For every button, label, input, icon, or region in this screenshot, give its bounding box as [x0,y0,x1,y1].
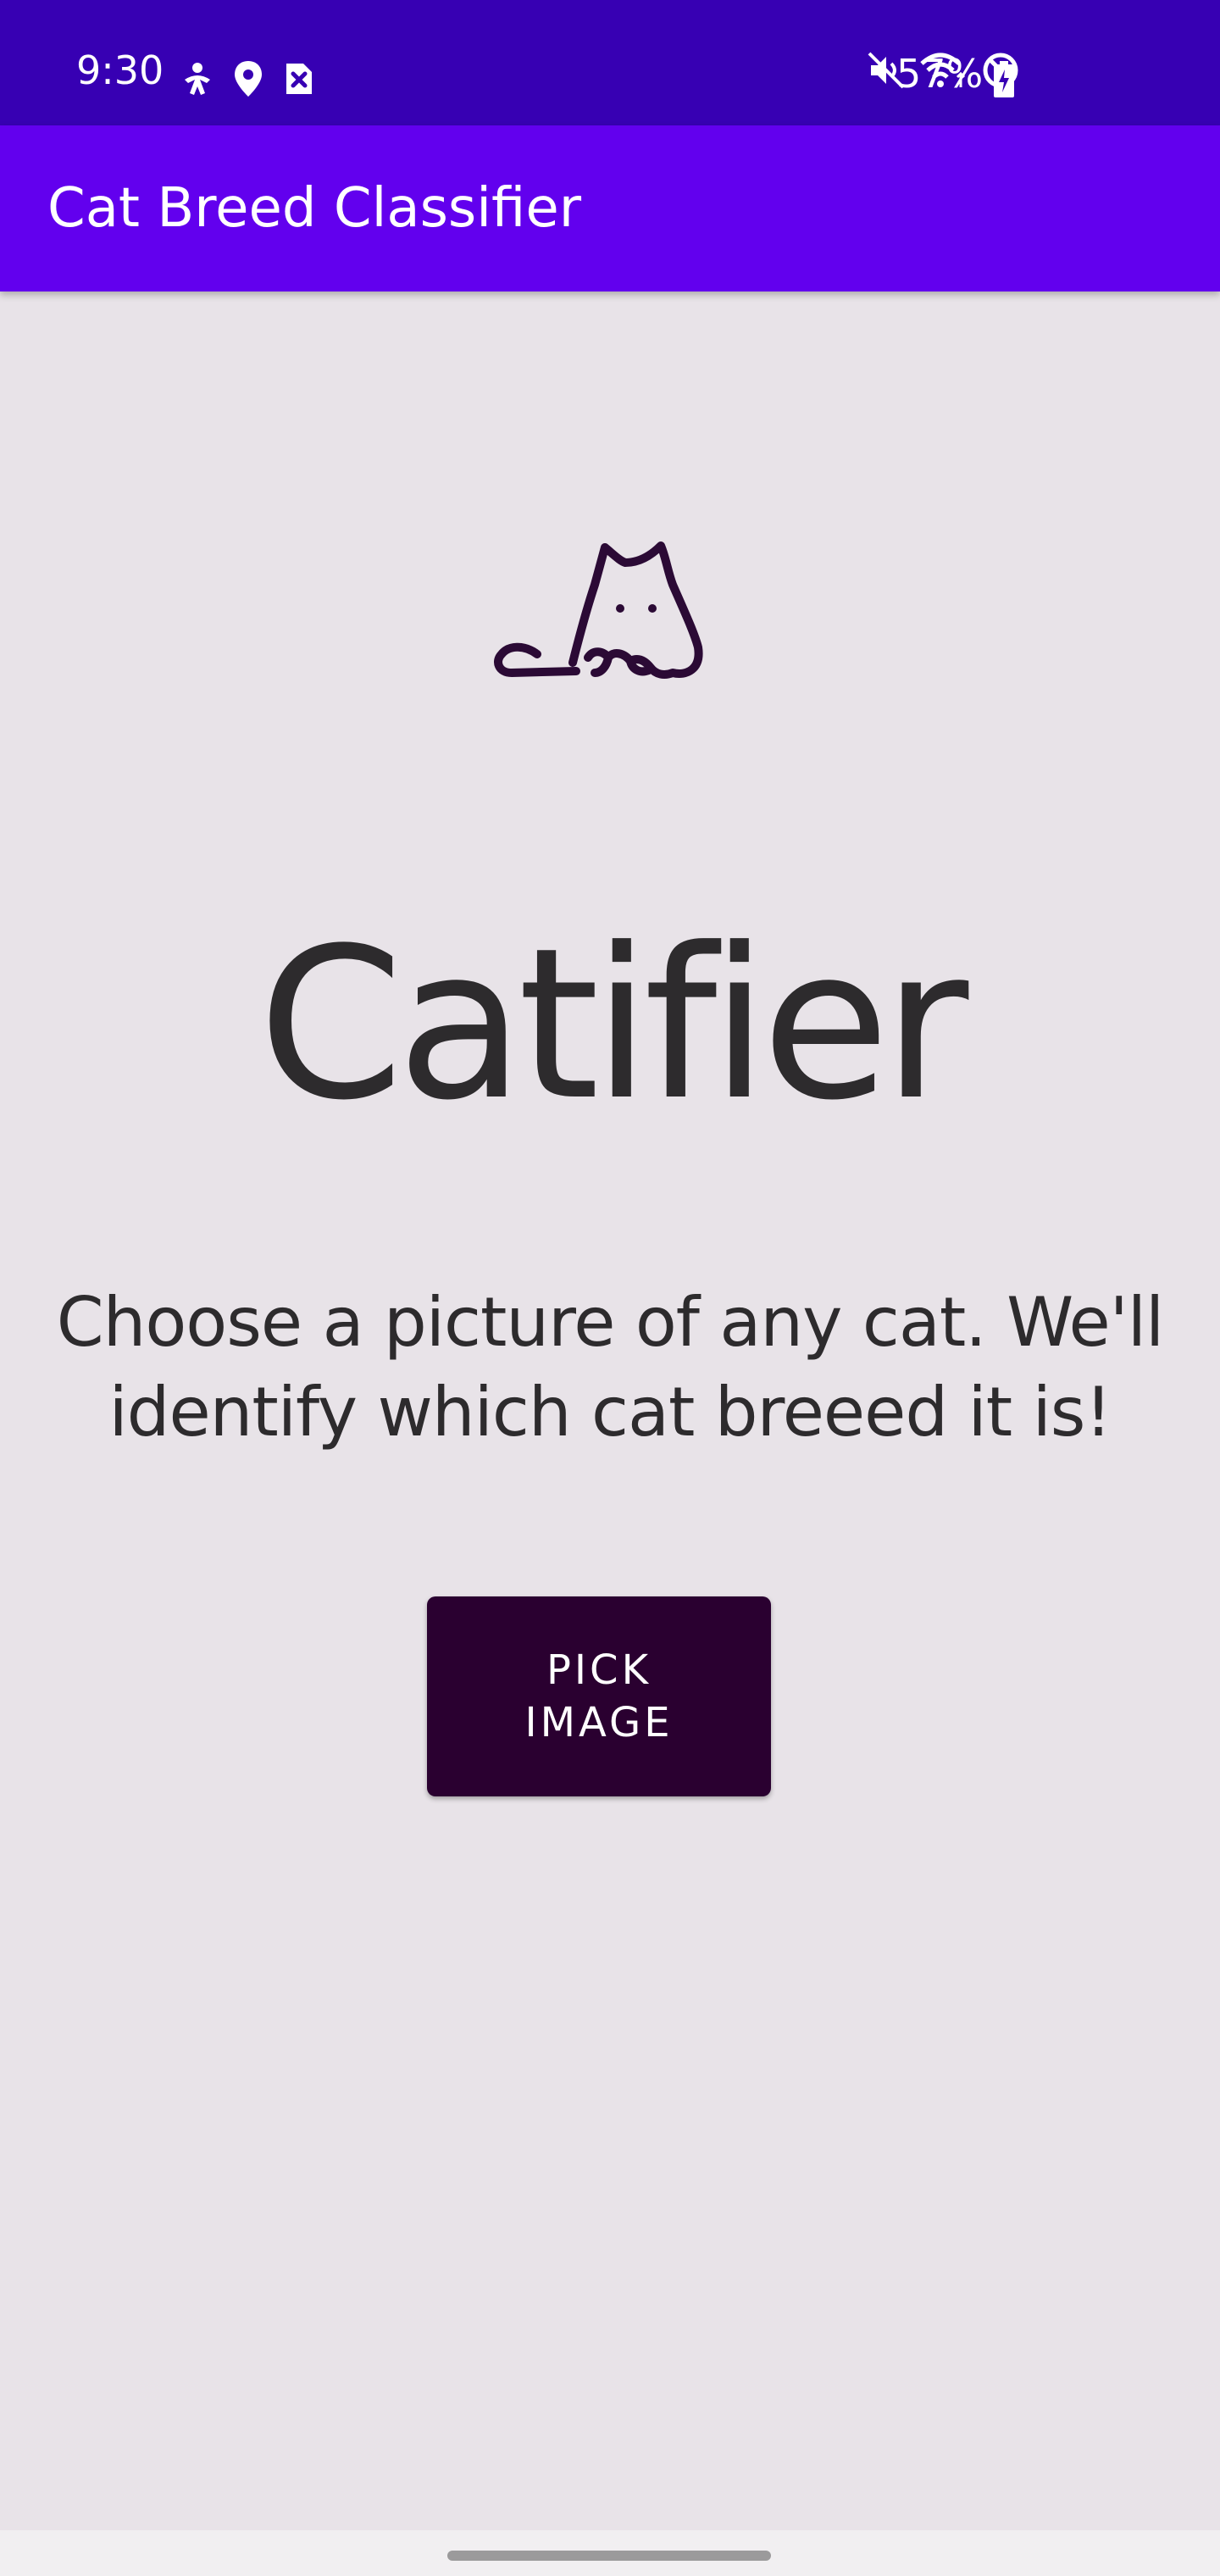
navigation-bar [0,2530,1220,2576]
description-text: Choose a picture of any cat. We'll ident… [56,1283,1164,1452]
status-bar: 9:30 57% [0,0,1220,125]
battery-charging-icon [994,61,1014,97]
cat-logo-icon [494,541,703,679]
app-title: Cat Breed Classifier [47,177,582,240]
status-left-icons [180,59,315,98]
sim-error-icon [286,64,312,94]
location-icon [235,61,262,97]
app-bar: Cat Breed Classifier [0,125,1220,291]
main-title: Catifier [258,904,969,1146]
status-time: 9:30 [76,47,164,93]
accessibility-icon [185,63,210,95]
pick-image-button-label: PICK IMAGE [524,1646,674,1746]
battery-percent: 57% [896,51,984,97]
gesture-handle[interactable] [447,2551,771,2561]
pick-image-button[interactable]: PICK IMAGE [427,1596,771,1796]
